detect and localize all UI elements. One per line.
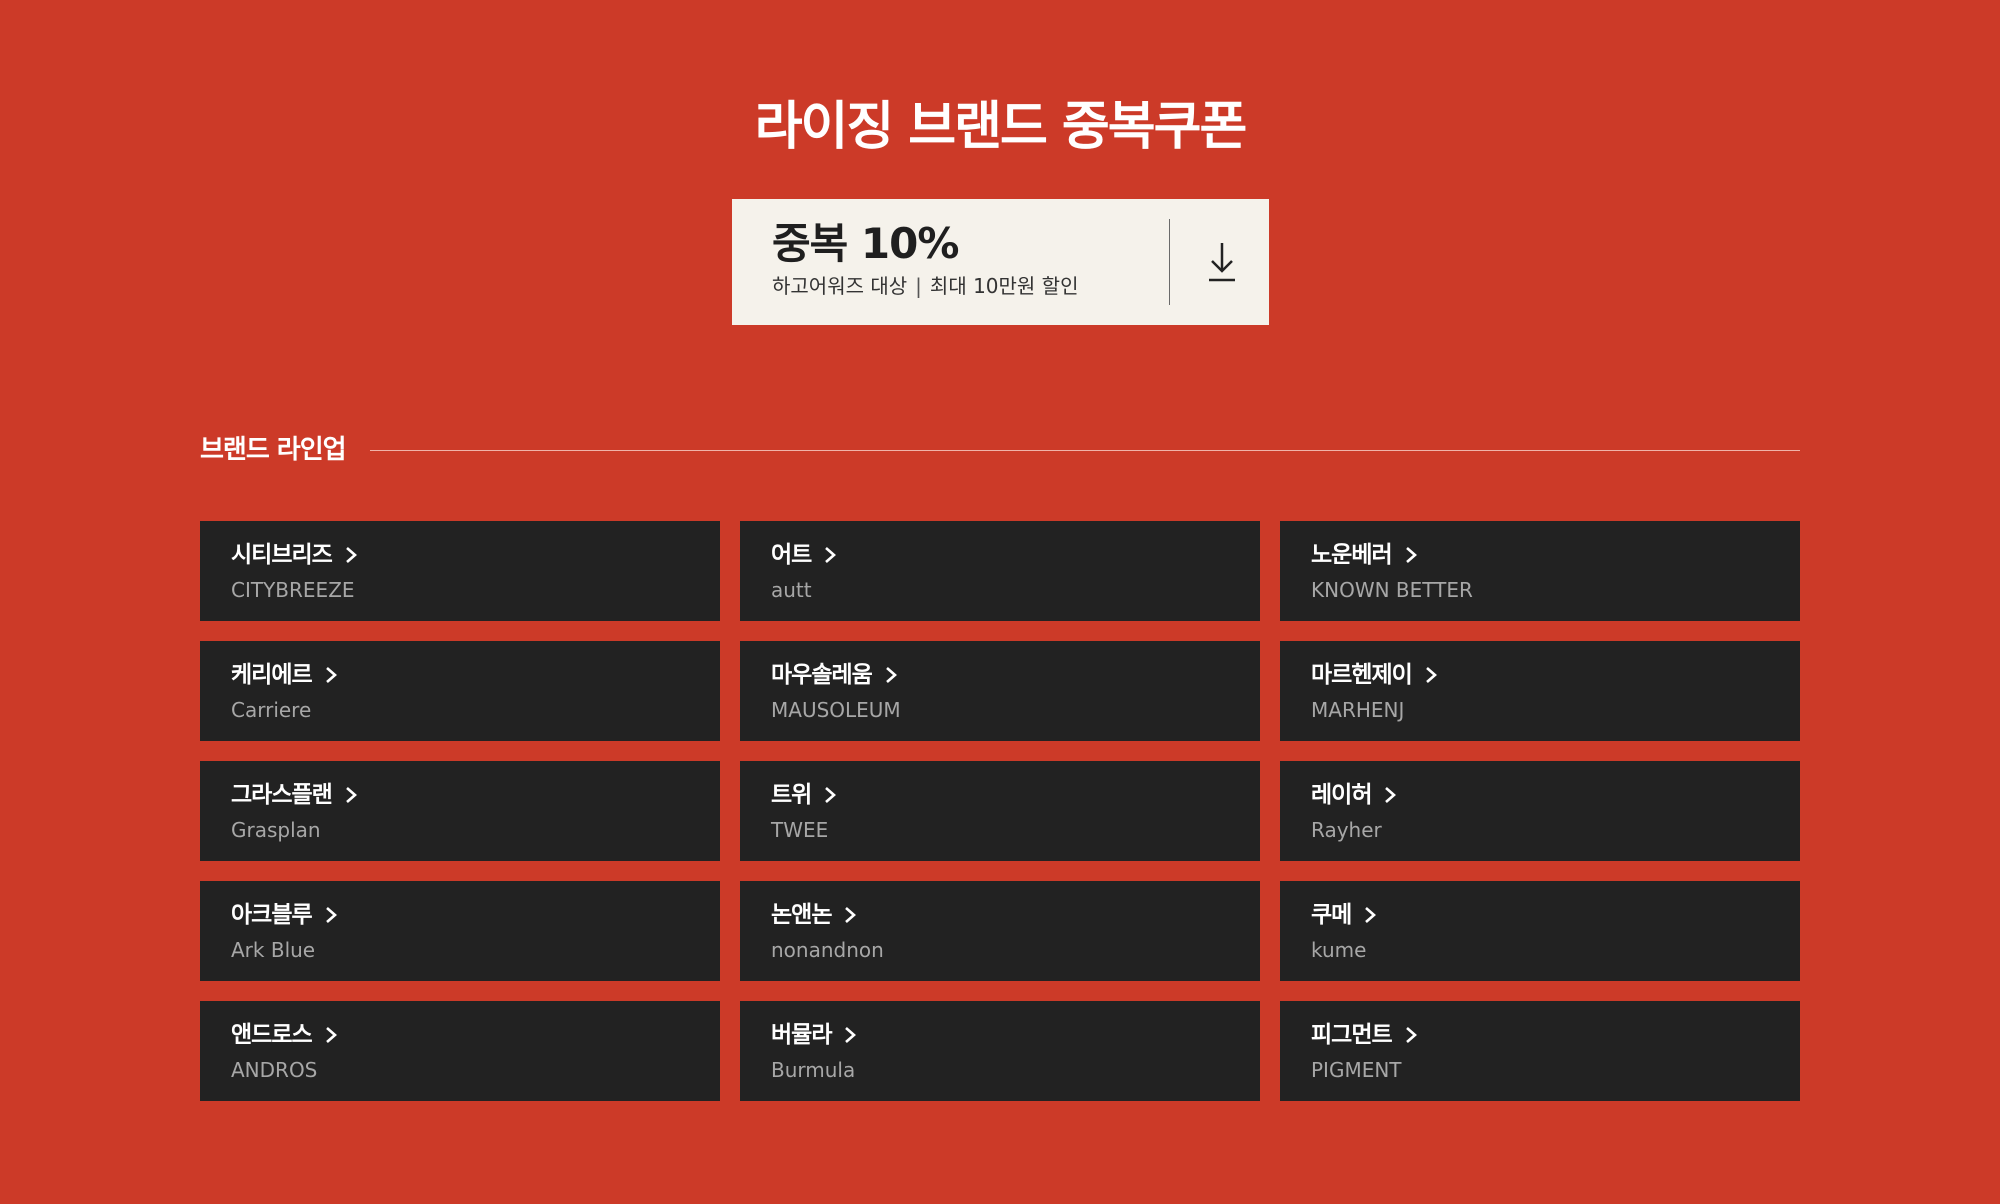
chevron-right-icon <box>325 907 337 923</box>
brand-card-pigment[interactable]: 피그먼트 PIGMENT <box>1280 1001 1800 1101</box>
brand-card-known-better[interactable]: 노운베러 KNOWN BETTER <box>1280 521 1800 621</box>
brand-card-twee[interactable]: 트위 TWEE <box>740 761 1260 861</box>
brand-name: 마르헨제이 <box>1311 662 1413 688</box>
brand-english-name: kume <box>1311 938 1367 962</box>
section-divider <box>370 450 1800 451</box>
chevron-right-icon <box>825 787 837 803</box>
brand-card-burmula[interactable]: 버뮬라 Burmula <box>740 1001 1260 1101</box>
brand-name: 피그먼트 <box>1311 1022 1393 1048</box>
brand-english-name: autt <box>771 578 812 602</box>
brand-name: 마우솔레움 <box>771 662 873 688</box>
brand-card-andros[interactable]: 앤드로스 ANDROS <box>200 1001 720 1101</box>
brand-english-name: nonandnon <box>771 938 884 962</box>
brand-card-citybreeze[interactable]: 시티브리즈 CITYBREEZE <box>200 521 720 621</box>
brand-english-name: Grasplan <box>231 818 321 842</box>
brand-card-carriere[interactable]: 케리에르 Carriere <box>200 641 720 741</box>
brand-card-grasplan[interactable]: 그라스플랜 Grasplan <box>200 761 720 861</box>
brand-english-name: KNOWN BETTER <box>1311 578 1473 602</box>
chevron-right-icon <box>1385 787 1397 803</box>
brand-name: 그라스플랜 <box>231 782 333 808</box>
brand-english-name: Burmula <box>771 1058 856 1082</box>
brand-name: 앤드로스 <box>231 1022 313 1048</box>
brand-name: 노운베러 <box>1311 542 1393 568</box>
brand-english-name: Carriere <box>231 698 312 722</box>
coupon-target: 하고어워즈 대상 <box>772 274 908 298</box>
brand-english-name: MARHENJ <box>1311 698 1405 722</box>
chevron-right-icon <box>325 1027 337 1043</box>
brand-english-name: CITYBREEZE <box>231 578 355 602</box>
brand-english-name: PIGMENT <box>1311 1058 1402 1082</box>
coupon-max-discount: 최대 10만원 할인 <box>929 274 1079 298</box>
brand-name: 어트 <box>771 542 812 568</box>
brand-card-nonandnon[interactable]: 논앤논 nonandnon <box>740 881 1260 981</box>
brand-english-name: Ark Blue <box>231 938 316 962</box>
chevron-right-icon <box>345 787 357 803</box>
chevron-right-icon <box>845 907 857 923</box>
chevron-right-icon <box>885 667 897 683</box>
coupon-card: 중복 10% 하고어워즈 대상 | 최대 10만원 할인 <box>732 199 1269 325</box>
brand-grid: 시티브리즈 CITYBREEZE 어트 autt 노운베러 KNOWN BETT… <box>200 521 1800 1101</box>
brand-card-rayher[interactable]: 레이허 Rayher <box>1280 761 1800 861</box>
brand-name: 레이허 <box>1311 782 1372 808</box>
page-title: 라이징 브랜드 중복쿠폰 <box>754 97 1248 157</box>
brand-card-kume[interactable]: 쿠메 kume <box>1280 881 1800 981</box>
brand-name: 시티브리즈 <box>231 542 333 568</box>
chevron-right-icon <box>325 667 337 683</box>
chevron-right-icon <box>845 1027 857 1043</box>
brand-name: 케리에르 <box>231 662 313 688</box>
chevron-right-icon <box>1425 667 1437 683</box>
coupon-description: 하고어워즈 대상 | 최대 10만원 할인 <box>772 273 1079 299</box>
brand-english-name: Rayher <box>1311 818 1382 842</box>
chevron-right-icon <box>1365 907 1377 923</box>
brand-card-mausoleum[interactable]: 마우솔레움 MAUSOLEUM <box>740 641 1260 741</box>
brand-name: 아크블루 <box>231 902 313 928</box>
brand-name: 버뮬라 <box>771 1022 832 1048</box>
brand-english-name: TWEE <box>771 818 829 842</box>
brand-card-ark-blue[interactable]: 아크블루 Ark Blue <box>200 881 720 981</box>
chevron-right-icon <box>825 547 837 563</box>
chevron-right-icon <box>345 547 357 563</box>
brand-name: 트위 <box>771 782 812 808</box>
chevron-right-icon <box>1405 1027 1417 1043</box>
download-icon[interactable] <box>1200 237 1244 287</box>
chevron-right-icon <box>1405 547 1417 563</box>
brand-english-name: ANDROS <box>231 1058 318 1082</box>
coupon-separator: | <box>915 274 922 298</box>
section-title: 브랜드 라인업 <box>200 435 347 465</box>
brand-card-marhenj[interactable]: 마르헨제이 MARHENJ <box>1280 641 1800 741</box>
brand-card-autt[interactable]: 어트 autt <box>740 521 1260 621</box>
brand-name: 논앤논 <box>771 902 832 928</box>
download-button[interactable] <box>1200 237 1244 287</box>
coupon-divider <box>1169 219 1170 305</box>
coupon-title: 중복 10% <box>772 219 959 268</box>
brand-name: 쿠메 <box>1311 902 1352 928</box>
brand-lineup-header: 브랜드 라인업 <box>200 430 1800 470</box>
brand-english-name: MAUSOLEUM <box>771 698 901 722</box>
